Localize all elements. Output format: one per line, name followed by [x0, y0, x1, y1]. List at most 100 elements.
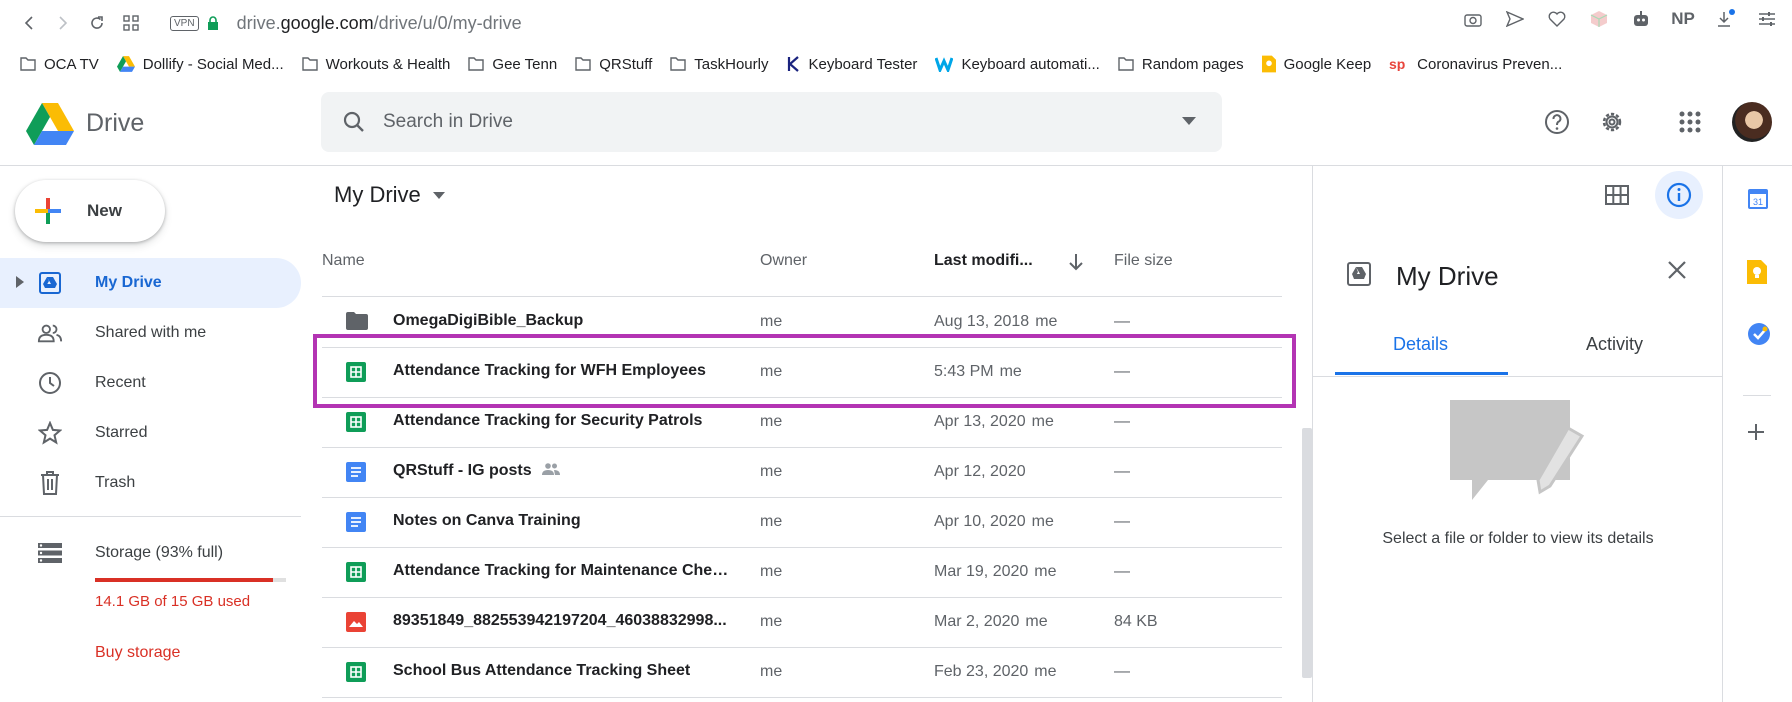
- heart-icon[interactable]: [1546, 8, 1568, 30]
- drive-logo[interactable]: Drive: [26, 102, 321, 145]
- help-icon[interactable]: [1537, 102, 1577, 142]
- sidebar-item-label: My Drive: [95, 274, 162, 291]
- close-icon[interactable]: [1667, 260, 1687, 280]
- search-bar[interactable]: [321, 92, 1222, 152]
- bookmark-item[interactable]: Workouts & Health: [301, 56, 450, 73]
- file-owner: me: [760, 313, 783, 330]
- file-size: —: [1114, 363, 1130, 380]
- file-last-modified: Feb 23, 2020 me: [934, 663, 1057, 681]
- vpn-badge[interactable]: VPN: [170, 15, 199, 31]
- file-row[interactable]: Attendance Tracking for Security Patrols…: [322, 398, 1282, 448]
- breadcrumb[interactable]: My Drive: [334, 182, 445, 208]
- folder-icon: [301, 57, 318, 71]
- sidebar-item-shared-with-me[interactable]: Shared with me: [0, 308, 301, 358]
- column-header-last-modified[interactable]: Last modifi...: [934, 252, 1033, 270]
- side-addons-panel: 31: [1722, 166, 1792, 702]
- cube-extension-icon[interactable]: [1588, 8, 1610, 30]
- file-last-modified: Mar 19, 2020 me: [934, 563, 1057, 581]
- search-options-dropdown-icon: [1182, 117, 1196, 125]
- file-row[interactable]: 89351849_882553942197204_46038832998... m…: [322, 598, 1282, 648]
- send-icon[interactable]: [1504, 8, 1526, 30]
- sidebar-item-recent[interactable]: Recent: [0, 358, 301, 408]
- modified-by: me: [1031, 413, 1054, 430]
- lock-icon[interactable]: [207, 16, 219, 30]
- back-icon[interactable]: [12, 6, 46, 40]
- settings-gear-icon[interactable]: [1592, 102, 1632, 142]
- keep-icon[interactable]: [1747, 260, 1767, 284]
- storage-progress-bar: [95, 578, 286, 582]
- bookmark-item[interactable]: OCA TV: [20, 56, 99, 73]
- robot-extension-icon[interactable]: [1630, 8, 1652, 30]
- bookmark-label: Random pages: [1141, 55, 1244, 73]
- calendar-icon[interactable]: 31: [1747, 188, 1769, 210]
- shared-people-icon: [37, 320, 63, 346]
- modified-date: Mar 2, 2020: [934, 613, 1020, 630]
- bookmark-item[interactable]: QRStuff: [575, 56, 652, 73]
- tab-activity[interactable]: Activity: [1586, 334, 1643, 355]
- address-bar[interactable]: drive.google.com/drive/u/0/my-drive: [237, 13, 522, 34]
- folder-icon: [1118, 57, 1134, 71]
- storage-label[interactable]: Storage (93% full): [95, 544, 223, 562]
- file-row[interactable]: School Bus Attendance Tracking Sheet me Fe…: [322, 648, 1282, 698]
- file-name-text: School Bus Attendance Tracking Sheet: [393, 662, 691, 679]
- bookmark-item[interactable]: Dollify - Social Med...: [116, 56, 284, 73]
- file-owner: me: [760, 613, 783, 630]
- settings-sliders-icon[interactable]: [1756, 8, 1778, 30]
- camera-icon[interactable]: [1462, 8, 1484, 30]
- file-row[interactable]: Attendance Tracking for Maintenance Chec…: [322, 548, 1282, 598]
- bookmark-item[interactable]: Gee Tenn: [468, 56, 557, 73]
- sidebar-item-trash[interactable]: Trash: [0, 458, 301, 508]
- file-name: OmegaDigiBible_Backup: [393, 312, 583, 330]
- details-empty-message: Select a file or folder to view its deta…: [1382, 530, 1654, 547]
- modified-by: me: [1034, 663, 1057, 680]
- file-owner: me: [760, 513, 783, 530]
- modified-date: 5:43 PM: [934, 363, 994, 380]
- modified-by: me: [1031, 513, 1054, 530]
- sidebar-item-my-drive[interactable]: My Drive: [0, 258, 301, 308]
- tabs-grid-icon[interactable]: [114, 6, 148, 40]
- sidebar-item-starred[interactable]: Starred: [0, 408, 301, 458]
- column-header-owner[interactable]: Owner: [760, 252, 807, 270]
- bookmark-item[interactable]: Keyboard Tester: [786, 56, 917, 73]
- file-name: Notes on Canva Training: [393, 512, 581, 530]
- file-list-area: My Drive Name Owner Last modifi... File …: [313, 166, 1312, 702]
- vertical-scrollbar[interactable]: [1302, 428, 1312, 678]
- bookmark-item[interactable]: TaskHourly: [670, 56, 768, 73]
- clock-icon: [37, 370, 63, 396]
- search-icon: [343, 111, 364, 132]
- image-icon: [346, 612, 366, 632]
- reload-icon[interactable]: [80, 6, 114, 40]
- file-size: 84 KB: [1114, 613, 1158, 630]
- download-icon[interactable]: [1714, 8, 1736, 30]
- file-name-text: 89351849_882553942197204_46038832998...: [393, 612, 727, 629]
- forward-icon[interactable]: [46, 6, 80, 40]
- tasks-icon[interactable]: [1747, 322, 1771, 346]
- file-row[interactable]: OmegaDigiBible_Backup me Aug 13, 2018 me —: [322, 298, 1282, 348]
- bookmark-item[interactable]: Keyboard automati...: [935, 56, 1100, 73]
- folder-icon: [20, 57, 36, 71]
- bookmark-item[interactable]: Google Keep: [1261, 55, 1371, 73]
- file-last-modified: 5:43 PM me: [934, 363, 1022, 381]
- tab-details[interactable]: Details: [1393, 334, 1448, 355]
- bookmark-item[interactable]: Random pages: [1118, 56, 1244, 73]
- apps-grid-icon[interactable]: [1670, 102, 1710, 142]
- bookmark-item[interactable]: sp Coronavirus Preven...: [1389, 56, 1562, 73]
- account-avatar[interactable]: [1732, 102, 1772, 142]
- file-row[interactable]: Notes on Canva Training me Apr 10, 2020 me —: [322, 498, 1282, 548]
- column-header-name[interactable]: Name: [322, 252, 365, 270]
- np-extension-icon[interactable]: NP: [1671, 8, 1695, 30]
- spreadsheet-icon: [346, 362, 366, 382]
- file-row[interactable]: QRStuff - IG posts me Apr 12, 2020 —: [322, 448, 1282, 498]
- new-button[interactable]: New: [15, 180, 165, 242]
- google-drive-logo-icon: [26, 102, 74, 145]
- search-input[interactable]: [383, 111, 1083, 133]
- svg-text:sp: sp: [1389, 57, 1405, 71]
- side-panel-divider: [1743, 395, 1771, 396]
- bookmark-label: Keyboard Tester: [808, 55, 918, 73]
- drive-header: Drive: [0, 82, 1792, 166]
- add-addon-plus-icon[interactable]: [1747, 423, 1765, 441]
- file-row[interactable]: Attendance Tracking for WFH Employees me 5…: [322, 348, 1282, 398]
- buy-storage-link[interactable]: Buy storage: [95, 644, 180, 662]
- column-header-file-size[interactable]: File size: [1114, 252, 1173, 270]
- folder-icon: [670, 57, 686, 71]
